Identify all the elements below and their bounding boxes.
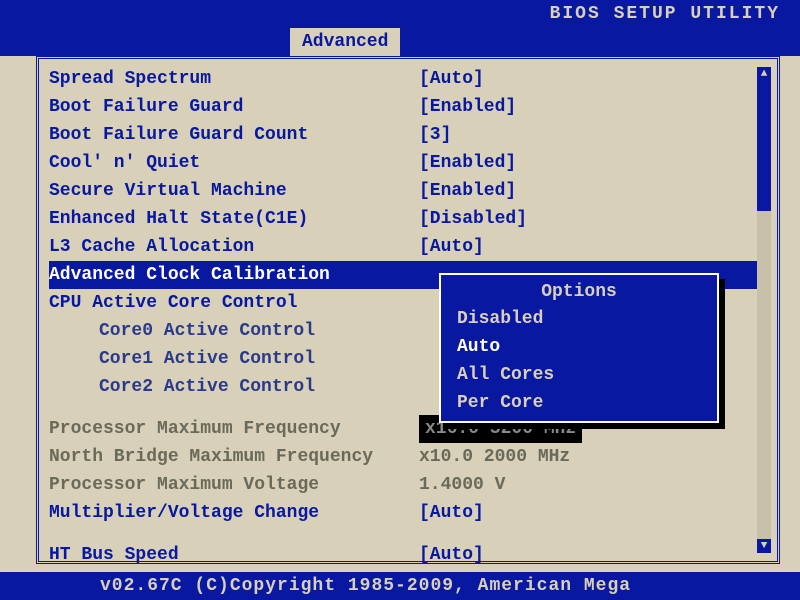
setting-value: [Auto]	[419, 499, 484, 527]
setting-boot-failure-guard-count[interactable]: Boot Failure Guard Count [3]	[49, 121, 767, 149]
info-value: x10.0 2000 MHz	[419, 443, 570, 471]
info-value: 1.4000 V	[419, 471, 505, 499]
setting-cool-n-quiet[interactable]: Cool' n' Quiet [Enabled]	[49, 149, 767, 177]
setting-label: Core1 Active Control	[49, 345, 419, 373]
tab-bar: Advanced	[0, 28, 800, 56]
scroll-up-icon[interactable]: ▲	[757, 67, 771, 81]
setting-label: L3 Cache Allocation	[49, 233, 419, 261]
popup-option-all-cores[interactable]: All Cores	[441, 361, 717, 389]
setting-multiplier-voltage-change[interactable]: Multiplier/Voltage Change [Auto]	[49, 499, 767, 527]
setting-label: HT Bus Speed	[49, 541, 419, 569]
setting-value: [Auto]	[419, 541, 484, 569]
setting-value: [Auto]	[419, 65, 484, 93]
info-label: Processor Maximum Frequency	[49, 415, 419, 443]
footer-bar: v02.67C (C)Copyright 1985-2009, American…	[0, 572, 800, 600]
setting-value: [Enabled]	[419, 177, 516, 205]
info-label: North Bridge Maximum Frequency	[49, 443, 419, 471]
setting-value: [3]	[419, 121, 451, 149]
settings-list: Spread Spectrum [Auto] Boot Failure Guar…	[39, 59, 777, 561]
setting-spread-spectrum[interactable]: Spread Spectrum [Auto]	[49, 65, 767, 93]
setting-label: Boot Failure Guard	[49, 93, 419, 121]
scroll-down-icon[interactable]: ▼	[757, 539, 771, 553]
setting-label: Advanced Clock Calibration	[49, 261, 419, 289]
popup-option-auto[interactable]: Auto	[441, 333, 717, 361]
tab-advanced[interactable]: Advanced	[290, 28, 400, 56]
setting-label: CPU Active Core Control	[49, 289, 419, 317]
scroll-thumb[interactable]	[757, 81, 771, 211]
scroll-track[interactable]	[757, 81, 771, 539]
popup-option-per-core[interactable]: Per Core	[441, 389, 717, 417]
footer-text: v02.67C (C)Copyright 1985-2009, American…	[100, 576, 631, 596]
setting-value: [Enabled]	[419, 149, 516, 177]
popup-option-disabled[interactable]: Disabled	[441, 305, 717, 333]
scrollbar[interactable]: ▲ ▼	[757, 67, 771, 553]
popup-title: Options	[441, 279, 717, 305]
setting-secure-virtual-machine[interactable]: Secure Virtual Machine [Enabled]	[49, 177, 767, 205]
settings-panel: Spread Spectrum [Auto] Boot Failure Guar…	[36, 56, 780, 564]
setting-l3-cache-allocation[interactable]: L3 Cache Allocation [Auto]	[49, 233, 767, 261]
setting-label: Boot Failure Guard Count	[49, 121, 419, 149]
info-north-bridge-max-frequency: North Bridge Maximum Frequency x10.0 200…	[49, 443, 767, 471]
setting-value: [Enabled]	[419, 93, 516, 121]
setting-boot-failure-guard[interactable]: Boot Failure Guard [Enabled]	[49, 93, 767, 121]
info-processor-max-voltage: Processor Maximum Voltage 1.4000 V	[49, 471, 767, 499]
header-title-bar: BIOS SETUP UTILITY	[0, 0, 800, 28]
setting-value: [Disabled]	[419, 205, 527, 233]
setting-enhanced-halt-state[interactable]: Enhanced Halt State(C1E) [Disabled]	[49, 205, 767, 233]
setting-label: Spread Spectrum	[49, 65, 419, 93]
info-label: Processor Maximum Voltage	[49, 471, 419, 499]
setting-label: Multiplier/Voltage Change	[49, 499, 419, 527]
divider	[49, 527, 767, 541]
utility-title: BIOS SETUP UTILITY	[550, 4, 780, 24]
setting-label: Enhanced Halt State(C1E)	[49, 205, 419, 233]
setting-label: Core2 Active Control	[49, 373, 419, 401]
options-popup: Options Disabled Auto All Cores Per Core	[439, 273, 719, 423]
setting-label: Core0 Active Control	[49, 317, 419, 345]
setting-value: [Auto]	[419, 233, 484, 261]
setting-ht-bus-speed[interactable]: HT Bus Speed [Auto]	[49, 541, 767, 569]
setting-label: Cool' n' Quiet	[49, 149, 419, 177]
setting-label: Secure Virtual Machine	[49, 177, 419, 205]
